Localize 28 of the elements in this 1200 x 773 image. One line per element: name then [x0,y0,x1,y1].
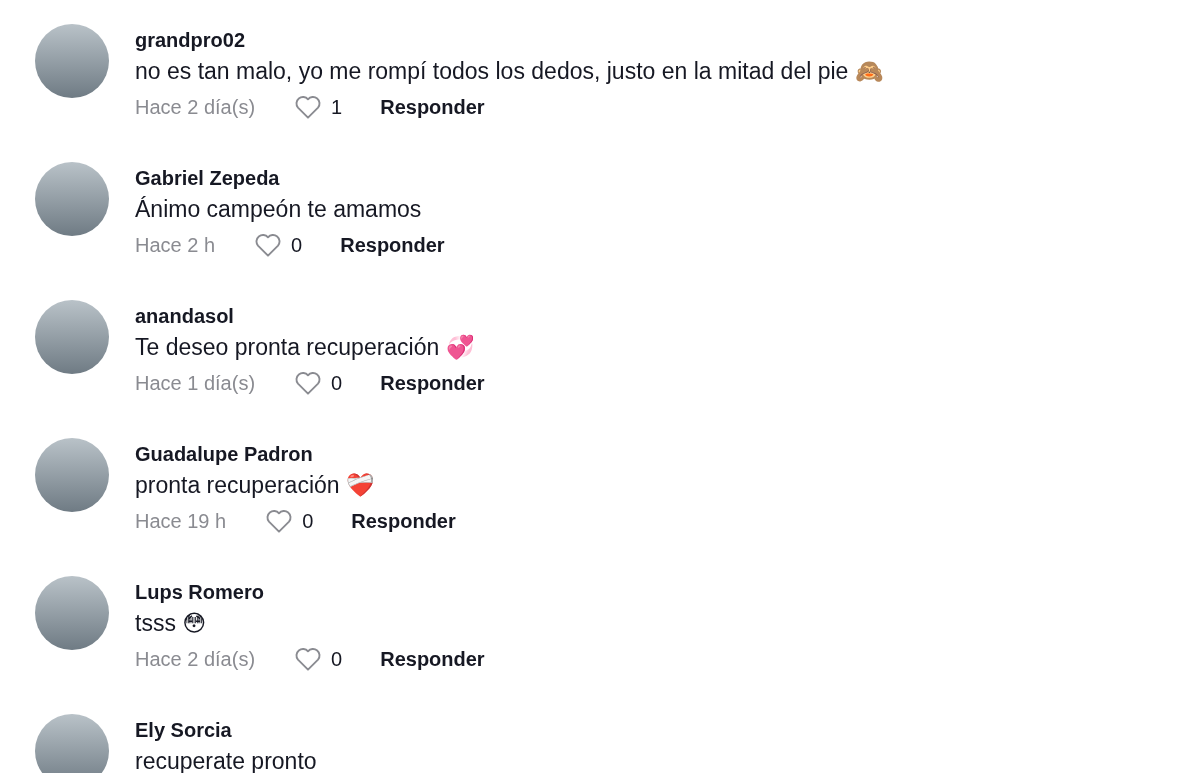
comment-text: no es tan malo, yo me rompí todos los dedos, justo en la mitad del pie 🙈 [135,57,884,86]
comment-time: Hace 2 día(s) [135,647,256,671]
username[interactable]: Lups Romero [135,578,485,606]
username[interactable]: grandpro02 [135,26,884,54]
like-count: 0 [302,509,314,533]
avatar-image[interactable] [35,714,109,773]
username[interactable]: Ely Sorcia [135,716,317,744]
like-count: 0 [291,233,303,257]
username[interactable]: anandasol [135,302,485,330]
comment-text: pronta recuperación ❤‍🩹 [135,471,376,500]
reply-button[interactable]: Responder [380,647,485,671]
username[interactable]: Guadalupe Padron [135,440,456,468]
comment-time: Hace 2 h [135,233,216,257]
comment-text: Te deseo pronta recuperación 💞 [135,333,476,362]
like-count: 1 [331,95,343,119]
comment-text: tsss 😳 [135,609,208,638]
reply-button[interactable]: Responder [380,371,485,395]
comment-time: Hace 19 h [135,509,227,533]
reply-button[interactable]: Responder [380,95,485,119]
comment-text: Ánimo campeón te amamos [135,195,423,224]
like-count: 0 [331,647,343,671]
reply-button[interactable]: Responder [351,509,456,533]
comment-time: Hace 1 día(s) [135,371,256,395]
username[interactable]: Gabriel Zepeda [135,164,445,192]
like-count: 0 [331,371,343,395]
comment-time: Hace 2 día(s) [135,95,256,119]
reply-button[interactable]: Responder [340,233,445,257]
comment-text: recuperate pronto [135,747,317,773]
